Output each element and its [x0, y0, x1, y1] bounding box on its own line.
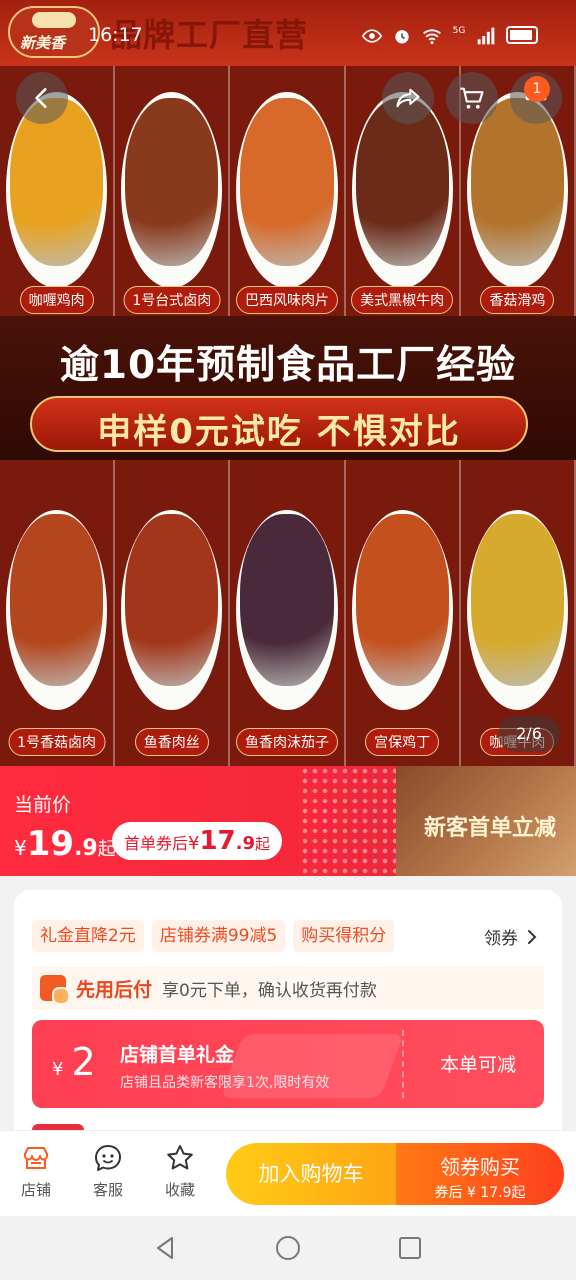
claim-and-buy-button[interactable]: 领券购买 券后 ¥ 17.9起: [396, 1143, 564, 1205]
favorite-button[interactable]: 收藏: [150, 1143, 210, 1200]
dish-label: 宫保鸡丁: [365, 728, 440, 756]
dish-image: [355, 514, 449, 686]
system-navigation-bar: [0, 1216, 576, 1280]
voucher-description: 店铺且品类新客限享1次,限时有效: [120, 1075, 330, 1091]
cart-count-badge: 1: [524, 76, 550, 102]
dish-image: [470, 98, 564, 266]
price-integer: 19: [26, 824, 75, 864]
hero-headline-block: 逾10年预制食品工厂经验 申样0元试吃 不惧对比: [0, 316, 576, 460]
alarm-icon: [395, 30, 409, 44]
dish-label: 鱼香肉沫茄子: [235, 728, 338, 756]
store-first-order-voucher[interactable]: ¥2 店铺首单礼金 店铺且品类新客限享1次,限时有效 本单可减: [32, 1020, 544, 1108]
coupon-currency: ¥: [188, 833, 200, 854]
store-button[interactable]: 店铺: [6, 1143, 66, 1200]
dish-label: 1号香菇卤肉: [8, 728, 106, 756]
claim-coupon-label: 领券: [484, 929, 518, 949]
hero-subheadline-pill: 申样0元试吃 不惧对比: [30, 396, 528, 452]
promotion-tag[interactable]: 店铺券满99减5: [151, 920, 286, 952]
share-button[interactable]: [382, 72, 434, 124]
status-bar: 16:17 5G: [0, 20, 576, 54]
dish-image: [125, 514, 219, 686]
voucher-action[interactable]: 本单可减: [412, 1050, 544, 1077]
store-label: 店铺: [20, 1181, 51, 1199]
carousel-page-indicator: 2/6: [498, 716, 560, 752]
share-icon: [396, 88, 420, 108]
chat-face-icon: [95, 1145, 121, 1171]
wifi-icon: [423, 29, 441, 45]
dish-label: 香菇滑鸡: [480, 286, 555, 314]
dish-card: 鱼香肉丝: [115, 460, 231, 766]
coupon-price-suffix: 起: [255, 835, 271, 853]
dish-card: 1号台式卤肉: [115, 66, 231, 316]
bottom-action-bar: 店铺 客服 收藏 加入购物车 领券购买 券后 ¥ 17.9起: [0, 1130, 576, 1216]
favorite-label: 收藏: [164, 1181, 195, 1199]
current-price-label: 当前价: [14, 794, 72, 816]
dish-label: 巴西风味肉片: [235, 286, 338, 314]
coupon-price-integer: 17: [199, 826, 236, 856]
claim-coupon-link[interactable]: 领券: [484, 924, 538, 949]
network-type-label: 5G: [452, 26, 466, 36]
customer-service-button[interactable]: 客服: [78, 1143, 138, 1200]
coupon-price-decimal: .9: [235, 833, 256, 854]
nav-back-icon[interactable]: [152, 1234, 180, 1262]
dish-row-bottom: 1号香菇卤肉鱼香肉丝鱼香肉沫茄子宫保鸡丁咖喱牛肉: [0, 460, 576, 766]
cart-icon: [460, 87, 484, 109]
dish-image: [470, 514, 564, 686]
battery-icon: [506, 26, 538, 44]
voucher-title: 店铺首单礼金: [120, 1044, 235, 1066]
promotion-card: 礼金直降2元 店铺券满99减5 购买得积分 领券 先用后付 享0元下单，确认收货…: [14, 890, 562, 1150]
add-to-cart-button[interactable]: 加入购物车: [226, 1143, 396, 1205]
chevron-right-icon: [528, 929, 537, 944]
dish-image: [240, 98, 334, 266]
price-decimal: .9: [74, 836, 98, 861]
pay-later-title: 先用后付: [76, 978, 153, 1001]
star-icon: [167, 1145, 193, 1170]
hero-headline: 逾10年预制食品工厂经验: [59, 343, 517, 388]
store-icon: [24, 1147, 48, 1169]
price-currency: ¥: [14, 836, 27, 860]
chevron-left-icon: [35, 88, 47, 108]
customer-service-label: 客服: [92, 1181, 123, 1199]
dish-image: [10, 514, 104, 686]
promotion-tag[interactable]: 礼金直降2元: [32, 920, 144, 952]
buy-button-label: 领券购买: [440, 1155, 520, 1179]
pay-later-icon: [40, 975, 70, 1005]
eye-icon: [362, 29, 382, 43]
new-customer-promo: 新客首单立减: [424, 816, 557, 841]
nav-recents-icon[interactable]: [396, 1234, 424, 1262]
product-detail-page: 新美香 品牌工厂直营 咖喱鸡肉 1号台式卤肉 巴西风味肉片 美式黑椒牛肉 香菇滑鸡 逾1…: [0, 0, 576, 1280]
status-icons: 5G: [362, 26, 496, 46]
signal-icon: [477, 27, 495, 45]
voucher-divider: [402, 1030, 404, 1098]
dish-label: 美式黑椒牛肉: [351, 286, 454, 314]
promotion-tags: 礼金直降2元 店铺券满99减5 购买得积分: [32, 920, 395, 952]
dish-card: 1号香菇卤肉: [0, 460, 116, 766]
voucher-amount: ¥2: [52, 1040, 96, 1084]
dish-label: 咖喱鸡肉: [19, 286, 94, 314]
promotion-tag[interactable]: 购买得积分: [293, 920, 395, 952]
dish-card: 鱼香肉沫茄子: [230, 460, 346, 766]
dish-image: [125, 98, 219, 266]
dish-image: [240, 514, 334, 686]
voucher-currency: ¥: [52, 1059, 64, 1080]
pay-later-row[interactable]: 先用后付 享0元下单，确认收货再付款: [32, 966, 544, 1010]
dish-image: [10, 98, 104, 266]
dish-label: 鱼香肉丝: [134, 728, 209, 756]
coupon-price-label: 首单券后: [124, 834, 189, 853]
current-price: ¥19.9起: [14, 824, 116, 864]
dish-label: 1号台式卤肉: [123, 286, 221, 314]
nav-home-icon[interactable]: [274, 1234, 302, 1262]
buy-button-price: 券后 ¥ 17.9起: [434, 1185, 526, 1201]
voucher-value: 2: [71, 1040, 96, 1084]
status-time: 16:17: [88, 24, 143, 46]
back-button[interactable]: [16, 72, 68, 124]
hero-subheadline: 申样0元试吃 不惧对比: [97, 412, 461, 452]
pay-later-description: 享0元下单，确认收货再付款: [162, 980, 377, 1001]
dish-card: 巴西风味肉片: [230, 66, 346, 316]
coupon-price-pill: 首单券后 ¥17.9 起: [112, 822, 283, 860]
cart-button[interactable]: [446, 72, 498, 124]
dish-card: 宫保鸡丁: [346, 460, 461, 766]
